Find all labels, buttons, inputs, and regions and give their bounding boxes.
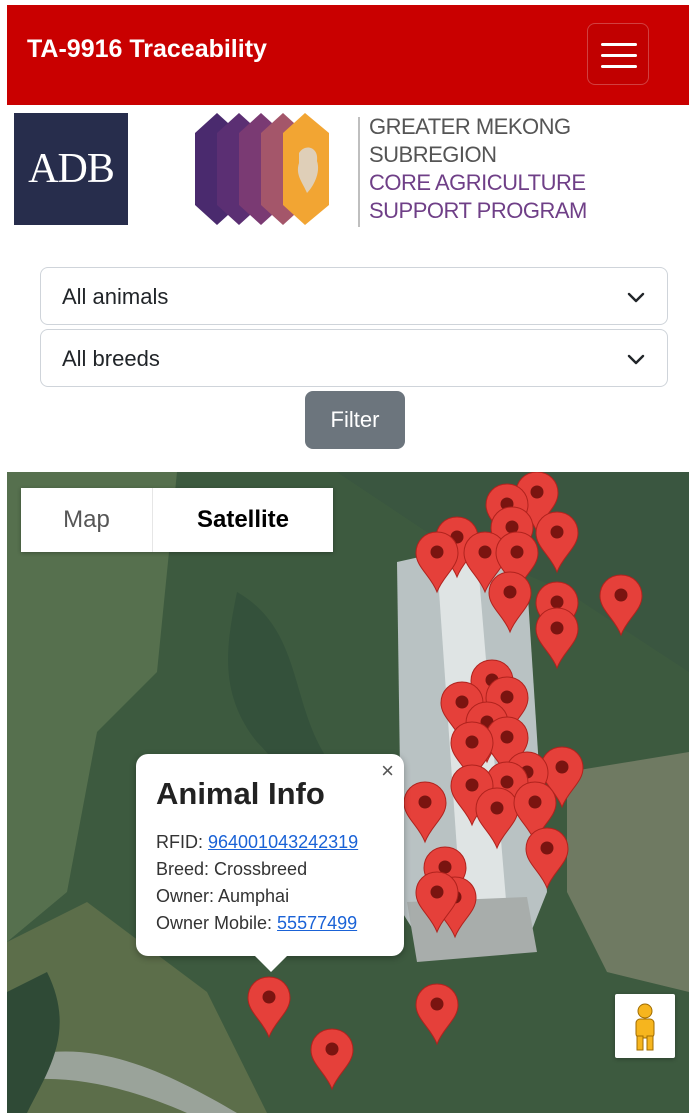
map-pin-icon[interactable] (599, 574, 643, 636)
animal-select[interactable]: All animals (40, 267, 668, 325)
map-pin-icon[interactable] (535, 607, 579, 669)
logo-divider (358, 117, 360, 227)
breed-select[interactable]: All breeds (40, 329, 668, 387)
map-type-map-button[interactable]: Map (21, 488, 153, 552)
filter-button[interactable]: Filter (305, 391, 405, 449)
map-pin-icon[interactable] (488, 571, 532, 633)
map-type-satellite-button[interactable]: Satellite (153, 488, 333, 552)
navbar: TA-9916 Traceability (7, 5, 689, 105)
map-pin-icon[interactable] (525, 827, 569, 889)
info-owner: Owner: Aumphai (156, 886, 290, 906)
info-rfid: RFID: 964001043242319 (156, 832, 359, 852)
map-pin-icon[interactable] (403, 781, 447, 843)
map-pin-icon[interactable] (415, 531, 459, 593)
map-pin-icon[interactable] (247, 976, 291, 1038)
info-window-pointer (254, 955, 288, 972)
chevron-down-icon (627, 292, 645, 303)
close-icon[interactable]: × (381, 758, 394, 784)
info-title: Animal Info (156, 776, 325, 811)
map-pin-icon[interactable] (310, 1028, 354, 1090)
hamburger-menu-icon (601, 43, 637, 46)
animal-info-window: × Animal Info RFID: 964001043242319 Bree… (136, 754, 404, 956)
map-pin-icon[interactable] (415, 983, 459, 1045)
info-mobile: Owner Mobile: 55577499 (156, 913, 358, 933)
logo-banner: ADB GREATER MEKONG SUBREGION CORE AGRICU… (7, 105, 689, 245)
app-title[interactable]: TA-9916 Traceability (27, 35, 267, 64)
menu-toggle-button[interactable] (587, 23, 649, 85)
info-breed: Breed: Crossbreed (156, 859, 308, 879)
breed-select-value: All breeds (62, 346, 160, 371)
map-pin-icon[interactable] (475, 787, 519, 849)
chevron-down-icon (627, 354, 645, 365)
rfid-link[interactable]: 964001043242319 (208, 832, 358, 852)
street-view-pegman-icon[interactable] (615, 994, 675, 1058)
gms-program-name: GREATER MEKONG SUBREGION CORE AGRICULTUR… (369, 114, 587, 223)
map-type-control: Map Satellite (21, 488, 333, 552)
adb-logo: ADB (14, 113, 128, 225)
animal-select-value: All animals (62, 284, 169, 309)
mobile-link[interactable]: 55577499 (277, 913, 357, 933)
map-pin-icon[interactable] (535, 511, 579, 573)
satellite-map[interactable]: Map Satellite × Animal Info RFID: 964001… (7, 472, 689, 1113)
gms-logo-icon (195, 113, 329, 225)
